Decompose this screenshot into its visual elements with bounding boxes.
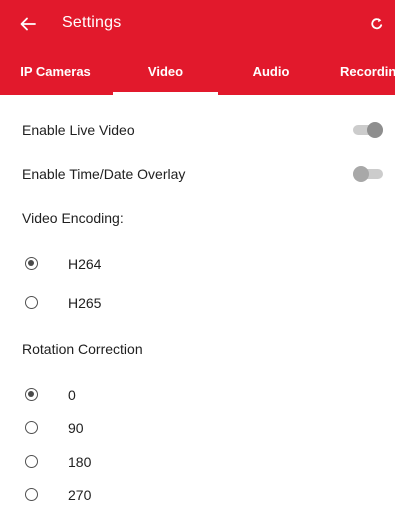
tab-bar: IP Cameras Video Audio Recordin [0, 48, 395, 95]
switch-thumb [367, 122, 383, 138]
tab-label: Video [147, 64, 184, 79]
refresh-button[interactable] [365, 12, 389, 36]
radio-option-90[interactable]: 90 [0, 413, 395, 443]
time-date-overlay-switch[interactable] [353, 164, 383, 184]
radio-button[interactable] [25, 296, 38, 309]
page-title: Settings [62, 14, 122, 31]
radio-button[interactable] [25, 488, 38, 501]
radio-option-270[interactable]: 270 [0, 480, 395, 510]
radio-option-180[interactable]: 180 [0, 447, 395, 477]
radio-option-h265[interactable]: H265 [0, 288, 395, 318]
radio-label: 270 [68, 487, 92, 503]
radio-label: 180 [68, 454, 92, 470]
tab-ip-cameras[interactable]: IP Cameras [0, 48, 111, 95]
time-date-overlay-setting[interactable]: Enable Time/Date Overlay [0, 156, 395, 192]
rotation-correction-heading: Rotation Correction [22, 341, 143, 357]
time-date-overlay-label: Enable Time/Date Overlay [22, 166, 186, 182]
app-bar: Settings [0, 0, 395, 48]
arrow-left-icon [20, 17, 36, 31]
back-button[interactable] [16, 12, 40, 36]
video-encoding-heading: Video Encoding: [22, 210, 124, 226]
tab-audio[interactable]: Audio [218, 48, 324, 95]
radio-option-0[interactable]: 0 [0, 380, 395, 410]
tab-video[interactable]: Video [113, 48, 218, 95]
tab-label: IP Cameras [20, 64, 91, 79]
tab-label: Recordin [340, 64, 395, 79]
radio-button[interactable] [25, 257, 38, 270]
live-video-label: Enable Live Video [22, 122, 135, 138]
live-video-setting[interactable]: Enable Live Video [0, 112, 395, 148]
radio-button[interactable] [25, 455, 38, 468]
radio-label: H265 [68, 295, 102, 311]
tab-recording[interactable]: Recordin [330, 48, 395, 95]
radio-label: 0 [68, 387, 76, 403]
radio-button[interactable] [25, 421, 38, 434]
refresh-icon [371, 18, 383, 30]
radio-label: 90 [68, 420, 84, 436]
radio-option-h264[interactable]: H264 [0, 249, 395, 279]
selected-tab-indicator [113, 92, 218, 95]
switch-thumb [353, 166, 369, 182]
tab-label: Audio [252, 64, 290, 79]
live-video-switch[interactable] [353, 120, 383, 140]
radio-label: H264 [68, 256, 102, 272]
radio-button[interactable] [25, 388, 38, 401]
